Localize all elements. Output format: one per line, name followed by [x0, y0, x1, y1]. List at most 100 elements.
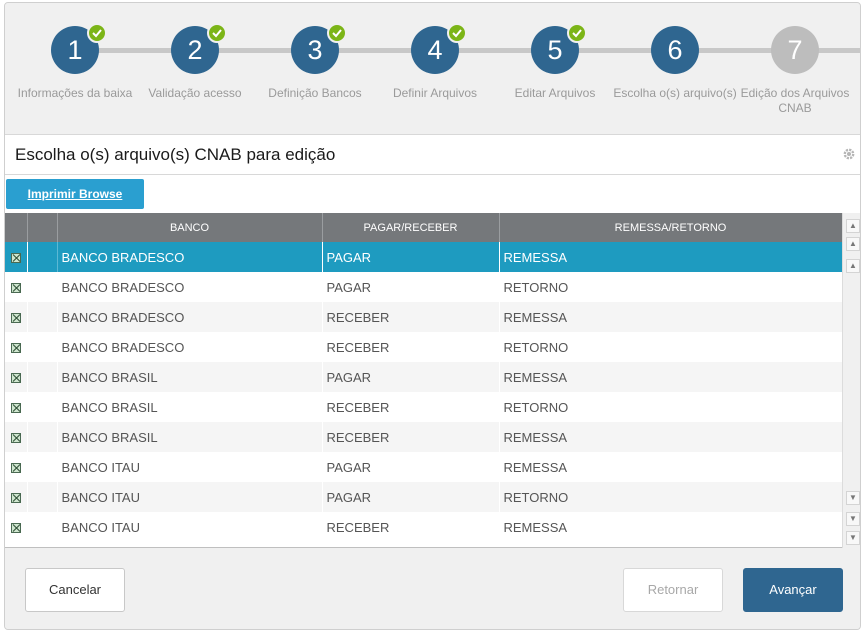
check-icon — [567, 23, 587, 43]
cancel-button[interactable]: Cancelar — [25, 568, 125, 612]
cell-banco: BANCO BRADESCO — [57, 302, 323, 332]
wizard-dialog: 1 Informações da baixa 2 Validação acess… — [4, 2, 861, 630]
wizard-step-1[interactable]: 1 Informações da baixa — [13, 23, 193, 133]
step-number: 6 — [651, 26, 699, 74]
table-row[interactable]: BANCO BRADESCO RECEBER REMESSA — [5, 302, 843, 332]
vertical-scrollbar[interactable]: ▲ ▲ ▲ ▼ ▼ ▼ — [842, 213, 860, 548]
column-header-banco[interactable]: BANCO — [57, 213, 323, 242]
cell-tipo: PAGAR — [322, 482, 500, 512]
row-spacer — [27, 512, 58, 542]
cell-arquivo: RETORNO — [499, 272, 843, 302]
row-spacer — [27, 452, 58, 482]
next-button[interactable]: Avançar — [743, 568, 843, 612]
row-checkbox[interactable] — [5, 452, 28, 482]
cell-tipo: PAGAR — [322, 452, 500, 482]
row-spacer — [27, 392, 58, 422]
row-spacer — [27, 332, 58, 362]
table-row[interactable]: BANCO ITAU RECEBER REMESSA — [5, 512, 843, 542]
column-header-check[interactable] — [5, 213, 28, 242]
cell-arquivo: REMESSA — [499, 452, 843, 482]
cell-banco: BANCO BRASIL — [57, 362, 323, 392]
wizard-steps: 1 Informações da baixa 2 Validação acess… — [5, 3, 860, 134]
step-label: Definir Arquivos — [392, 86, 478, 100]
row-spacer — [26, 242, 58, 272]
step-label: Informações da baixa — [17, 86, 133, 100]
wizard-step-4[interactable]: 4 Definir Arquivos — [373, 23, 553, 133]
toolbar: Imprimir Browse — [5, 175, 860, 213]
gear-icon[interactable] — [842, 147, 856, 166]
step-label: Validação acesso — [148, 86, 242, 100]
cell-arquivo: REMESSA — [499, 302, 843, 332]
checkbox-checked-icon[interactable] — [11, 373, 21, 384]
step-label: Definição Bancos — [268, 86, 362, 100]
scroll-page-down-icon[interactable]: ▼ — [846, 512, 860, 526]
cell-arquivo: RETORNO — [499, 332, 843, 362]
cell-banco: BANCO BRADESCO — [57, 272, 323, 302]
checkbox-checked-icon[interactable] — [11, 433, 21, 444]
cell-banco: BANCO ITAU — [57, 452, 323, 482]
table-row[interactable]: BANCO BRASIL RECEBER REMESSA — [5, 422, 843, 452]
row-checkbox[interactable] — [5, 422, 28, 452]
row-checkbox[interactable] — [5, 242, 28, 272]
cell-tipo: PAGAR — [322, 362, 500, 392]
wizard-step-3[interactable]: 3 Definição Bancos — [253, 23, 433, 133]
column-header-remessa-retorno[interactable]: REMESSA/RETORNO — [499, 213, 843, 242]
step-label: Edição dos Arquivos CNAB — [740, 86, 850, 115]
scroll-down-icon[interactable]: ▼ — [846, 491, 860, 505]
scroll-bottom-icon[interactable]: ▼ — [846, 531, 860, 545]
row-checkbox[interactable] — [5, 362, 28, 392]
wizard-step-2[interactable]: 2 Validação acesso — [133, 23, 313, 133]
back-button[interactable]: Retornar — [623, 568, 723, 612]
footer-bar: Cancelar Retornar Avançar — [5, 549, 860, 629]
checkbox-checked-icon[interactable] — [11, 463, 21, 474]
cell-arquivo: REMESSA — [499, 362, 843, 392]
table-row[interactable]: BANCO BRASIL PAGAR REMESSA — [5, 362, 843, 392]
table-row[interactable]: BANCO BRADESCO RECEBER RETORNO — [5, 332, 843, 362]
row-checkbox[interactable] — [5, 392, 28, 422]
page-header: Escolha o(s) arquivo(s) CNAB para edição — [5, 134, 860, 175]
table-row[interactable]: BANCO BRADESCO PAGAR RETORNO — [5, 272, 843, 302]
scroll-page-up-icon[interactable]: ▲ — [846, 237, 860, 251]
row-checkbox[interactable] — [5, 272, 28, 302]
check-icon — [447, 23, 467, 43]
step-number: 7 — [771, 26, 819, 74]
grid-header-row: BANCO PAGAR/RECEBER REMESSA/RETORNO — [5, 213, 843, 242]
wizard-step-6[interactable]: 6 Escolha o(s) arquivo(s) — [613, 23, 793, 133]
checkbox-checked-icon[interactable] — [11, 343, 21, 354]
cell-tipo: PAGAR — [322, 272, 500, 302]
print-browse-button[interactable]: Imprimir Browse — [6, 179, 144, 209]
cell-tipo: PAGAR — [322, 242, 500, 272]
checkbox-checked-icon[interactable] — [11, 253, 21, 264]
scroll-up-icon[interactable]: ▲ — [846, 219, 860, 233]
step-label: Escolha o(s) arquivo(s) — [613, 86, 737, 100]
checkbox-checked-icon[interactable] — [11, 283, 21, 294]
checkbox-checked-icon[interactable] — [11, 313, 21, 324]
row-checkbox[interactable] — [5, 332, 28, 362]
table-row[interactable]: BANCO ITAU PAGAR RETORNO — [5, 482, 843, 512]
step-label: Editar Arquivos — [514, 86, 596, 100]
row-checkbox[interactable] — [5, 512, 28, 542]
checkbox-checked-icon[interactable] — [11, 523, 21, 534]
cell-arquivo: REMESSA — [499, 422, 843, 452]
row-checkbox[interactable] — [5, 302, 28, 332]
cell-arquivo: RETORNO — [499, 392, 843, 422]
column-header-pagar-receber[interactable]: PAGAR/RECEBER — [322, 213, 500, 242]
table-row[interactable]: BANCO BRASIL RECEBER RETORNO — [5, 392, 843, 422]
table-row[interactable]: BANCO BRADESCO PAGAR REMESSA — [5, 242, 843, 272]
scroll-top-icon[interactable]: ▲ — [846, 259, 860, 273]
row-spacer — [27, 362, 58, 392]
cell-banco: BANCO BRADESCO — [57, 242, 323, 272]
cell-arquivo: REMESSA — [499, 242, 843, 272]
wizard-step-7[interactable]: 7 Edição dos Arquivos CNAB — [733, 23, 860, 133]
checkbox-checked-icon[interactable] — [11, 493, 21, 504]
table-row[interactable]: BANCO ITAU PAGAR REMESSA — [5, 452, 843, 482]
cell-arquivo: RETORNO — [499, 482, 843, 512]
check-icon — [207, 23, 227, 43]
page-title: Escolha o(s) arquivo(s) CNAB para edição — [15, 145, 336, 164]
wizard-step-5[interactable]: 5 Editar Arquivos — [493, 23, 673, 133]
cell-banco: BANCO BRADESCO — [57, 332, 323, 362]
checkbox-checked-icon[interactable] — [11, 403, 21, 414]
cell-banco: BANCO BRASIL — [57, 392, 323, 422]
row-checkbox[interactable] — [5, 482, 28, 512]
cell-tipo: RECEBER — [322, 422, 500, 452]
